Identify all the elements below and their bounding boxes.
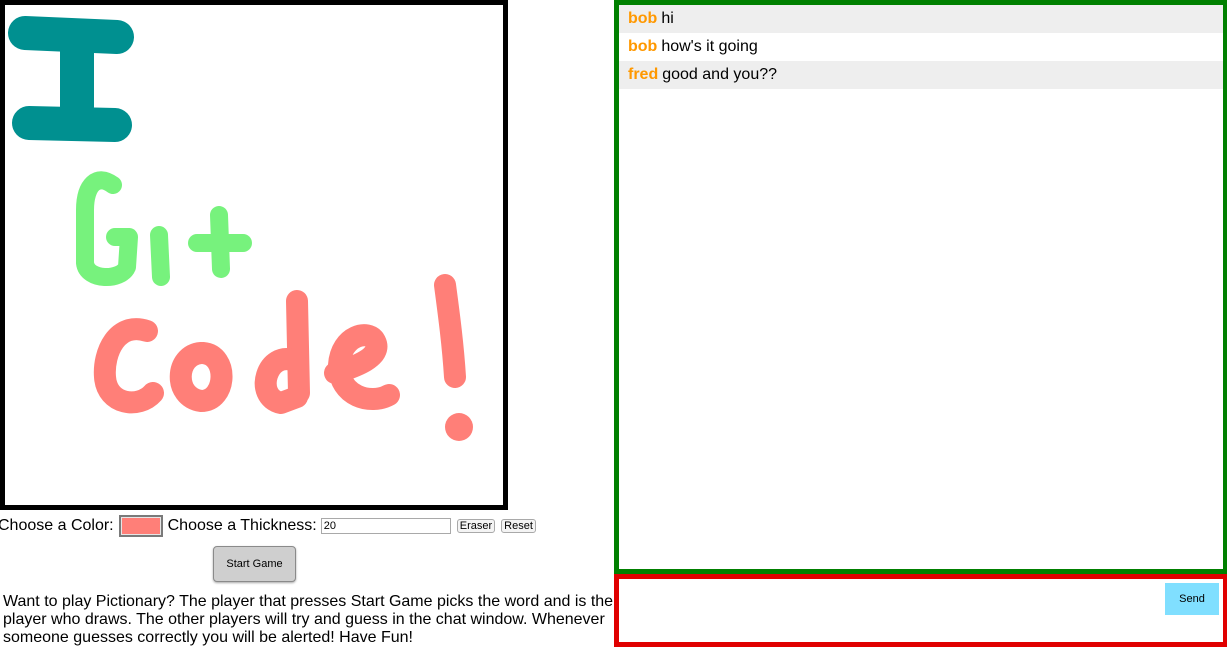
chat-text: how's it going bbox=[661, 38, 758, 55]
message-composer: Send bbox=[614, 574, 1227, 647]
drawing-strokes bbox=[8, 16, 473, 441]
chat-username: fred bbox=[628, 66, 659, 83]
eraser-button[interactable]: Eraser bbox=[456, 519, 496, 533]
message-input[interactable] bbox=[619, 579, 1179, 642]
word-git-drawing bbox=[76, 171, 252, 287]
chat-window[interactable]: bob hi bob how's it going fred good and you… bbox=[614, 0, 1227, 574]
start-game-button[interactable]: Start Game bbox=[213, 546, 296, 582]
thickness-input[interactable] bbox=[320, 518, 451, 534]
chat-text: good and you?? bbox=[662, 66, 778, 83]
instructions-text: Want to play Pictionary? The player that… bbox=[3, 593, 614, 646]
color-picker[interactable] bbox=[118, 515, 163, 537]
word-code-drawing bbox=[93, 274, 466, 414]
reset-button[interactable]: Reset bbox=[501, 519, 536, 533]
chat-username: bob bbox=[628, 38, 658, 55]
drawing-canvas[interactable] bbox=[0, 0, 508, 510]
chat-message: bob how's it going bbox=[619, 33, 1223, 61]
color-label: Choose a Color: bbox=[0, 517, 114, 534]
send-button[interactable]: Send bbox=[1165, 583, 1219, 615]
chat-message: bob hi bbox=[619, 5, 1223, 33]
thickness-label: Choose a Thickness: bbox=[167, 517, 317, 534]
chat-text: hi bbox=[661, 10, 674, 27]
drawing-controls: Choose a Color: Choose a Thickness: Eras… bbox=[0, 514, 610, 538]
chat-message: fred good and you?? bbox=[619, 61, 1223, 89]
chat-username: bob bbox=[628, 10, 658, 27]
exclamation-dot-drawing bbox=[445, 413, 473, 441]
letter-i-drawing bbox=[8, 16, 134, 142]
